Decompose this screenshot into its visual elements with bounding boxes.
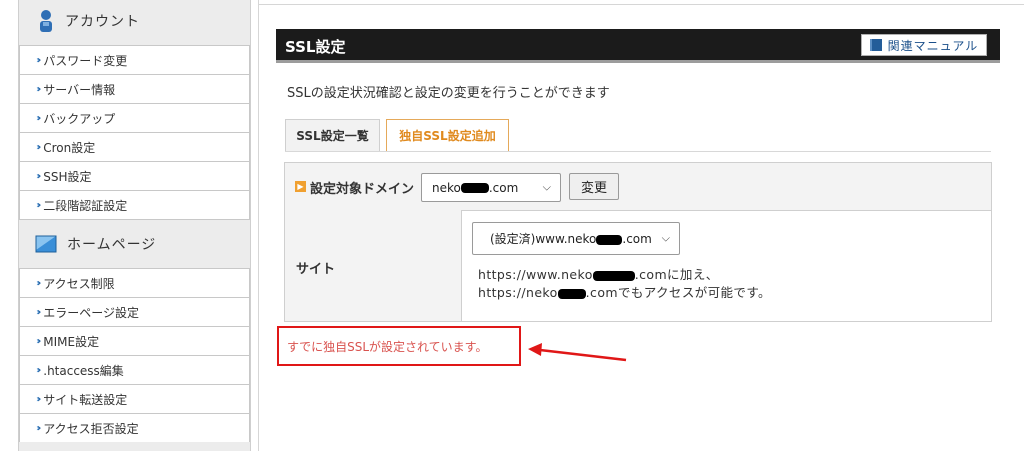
double-chevron-right-icon: ››	[36, 306, 42, 318]
page-description: SSLの設定状況確認と設定の変更を行うことができます	[287, 86, 610, 101]
sidebar-item-homepage-2[interactable]: ›› MIME設定	[20, 327, 249, 356]
sidebar-item-homepage-4[interactable]: ›› サイト転送設定	[20, 385, 249, 414]
sidebar-item-account-2[interactable]: ›› バックアップ	[20, 104, 249, 133]
double-chevron-right-icon: ››	[36, 170, 42, 182]
user-icon	[40, 10, 52, 32]
sidebar-item-homepage-1[interactable]: ›› エラーページ設定	[20, 298, 249, 327]
site-note-line-2: https://neko .comでもアクセスが可能です。	[478, 285, 771, 300]
ssl-already-set-notice: すでに独自SSLが設定されています。	[277, 326, 521, 366]
domain-select[interactable]: neko .com ⌵	[421, 173, 561, 202]
tab-ssl-list-label: SSL設定一覧	[296, 129, 369, 143]
site-note-line-1: https://www.neko .comに加え、	[478, 267, 719, 282]
tab-add-ssl-label: 独自SSL設定追加	[399, 129, 496, 143]
redaction-mark	[557, 288, 586, 299]
domain-label: 設定対象ドメイン	[310, 182, 415, 197]
related-manual-button[interactable]: 関連マニュアル	[861, 34, 987, 56]
domain-row: ▶ 設定対象ドメイン neko .com ⌵ 変更	[285, 163, 991, 211]
sidebar-section-account: アカウント	[19, 4, 250, 38]
caret-square-icon: ▶	[295, 181, 306, 192]
tab-ssl-list[interactable]: SSL設定一覧	[285, 119, 380, 151]
sidebar-item-account-4[interactable]: ›› SSH設定	[20, 162, 249, 191]
sidebar-item-label: パスワード変更	[43, 53, 128, 68]
double-chevron-right-icon: ››	[36, 393, 42, 405]
sidebar-item-label: SSH設定	[43, 169, 92, 184]
chevron-down-icon: ⌵	[661, 230, 670, 244]
redaction-mark	[592, 270, 635, 281]
annotation-arrow-icon	[528, 343, 627, 362]
homepage-menu: ›› アクセス制限 ›› エラーページ設定 ›› MIME設定 ›› .htaccess編集 ›…	[19, 268, 250, 442]
site-select[interactable]: (設定済)www.neko .com ⌵	[472, 222, 680, 255]
sidebar-item-label: 二段階認証設定	[43, 198, 128, 213]
redaction-mark	[460, 183, 489, 193]
double-chevron-right-icon: ››	[36, 277, 42, 289]
monitor-icon	[35, 235, 57, 253]
account-menu: ›› パスワード変更 ›› サーバー情報 ›› バックアップ ›› Cron設定 ›› SSH設定…	[19, 45, 250, 220]
double-chevron-right-icon: ››	[36, 422, 42, 434]
sidebar: アカウント ›› パスワード変更 ›› サーバー情報 ›› バックアップ ›› Cron設定 ›…	[18, 0, 251, 451]
redaction-mark	[596, 234, 623, 245]
sidebar-item-label: アクセス拒否設定	[43, 421, 139, 436]
page-title: SSL設定	[285, 38, 346, 56]
sidebar-item-account-0[interactable]: ›› パスワード変更	[20, 46, 249, 75]
top-divider	[258, 4, 1024, 5]
double-chevron-right-icon: ››	[36, 199, 42, 211]
change-button-label: 変更	[580, 181, 607, 196]
sidebar-item-account-1[interactable]: ›› サーバー情報	[20, 75, 249, 104]
double-chevron-right-icon: ››	[36, 83, 42, 95]
double-chevron-right-icon: ››	[36, 112, 42, 124]
ssl-title-bar: SSL設定 関連マニュアル	[276, 29, 1000, 63]
sidebar-item-label: Cron設定	[43, 140, 96, 155]
double-chevron-right-icon: ››	[36, 54, 42, 66]
sidebar-item-label: サーバー情報	[43, 82, 116, 97]
sidebar-item-account-5[interactable]: ›› 二段階認証設定	[20, 191, 249, 219]
sidebar-item-label: エラーページ設定	[43, 305, 140, 320]
tab-divider	[285, 151, 991, 152]
notice-text: すでに独自SSLが設定されています。	[287, 339, 488, 354]
sidebar-item-label: MIME設定	[43, 334, 100, 349]
double-chevron-right-icon: ››	[36, 141, 42, 153]
sidebar-item-label: .htaccess編集	[43, 363, 124, 378]
book-icon	[869, 39, 882, 51]
site-select-value: (設定済)www.neko .com	[490, 232, 652, 246]
sidebar-section-homepage: ホームページ	[19, 227, 250, 261]
site-row-label-cell: サイト	[285, 210, 462, 321]
sidebar-item-label: バックアップ	[43, 111, 116, 126]
sidebar-item-homepage-3[interactable]: ›› .htaccess編集	[20, 356, 249, 385]
sidebar-item-homepage-0[interactable]: ›› アクセス制限	[20, 269, 249, 298]
sidebar-item-label: サイト転送設定	[43, 392, 128, 407]
chevron-down-icon: ⌵	[542, 179, 551, 193]
ssl-form: ▶ 設定対象ドメイン neko .com ⌵ 変更 サイト (設定済)www.ne…	[284, 162, 992, 322]
site-access-note: https://www.neko .comに加え、 https://neko .co…	[478, 266, 771, 302]
tab-add-ssl[interactable]: 独自SSL設定追加	[386, 119, 509, 151]
sidebar-item-label: アクセス制限	[43, 276, 115, 291]
related-manual-label: 関連マニュアル	[887, 38, 979, 53]
sidebar-heading-account: アカウント	[65, 14, 140, 30]
site-label: サイト	[296, 262, 336, 277]
change-button[interactable]: 変更	[569, 173, 619, 200]
sidebar-heading-homepage: ホームページ	[67, 237, 157, 253]
double-chevron-right-icon: ››	[36, 335, 42, 347]
sidebar-item-account-3[interactable]: ›› Cron設定	[20, 133, 249, 162]
double-chevron-right-icon: ››	[36, 364, 42, 376]
sidebar-item-homepage-5[interactable]: ›› アクセス拒否設定	[20, 414, 249, 442]
domain-select-value: neko .com	[432, 180, 519, 195]
